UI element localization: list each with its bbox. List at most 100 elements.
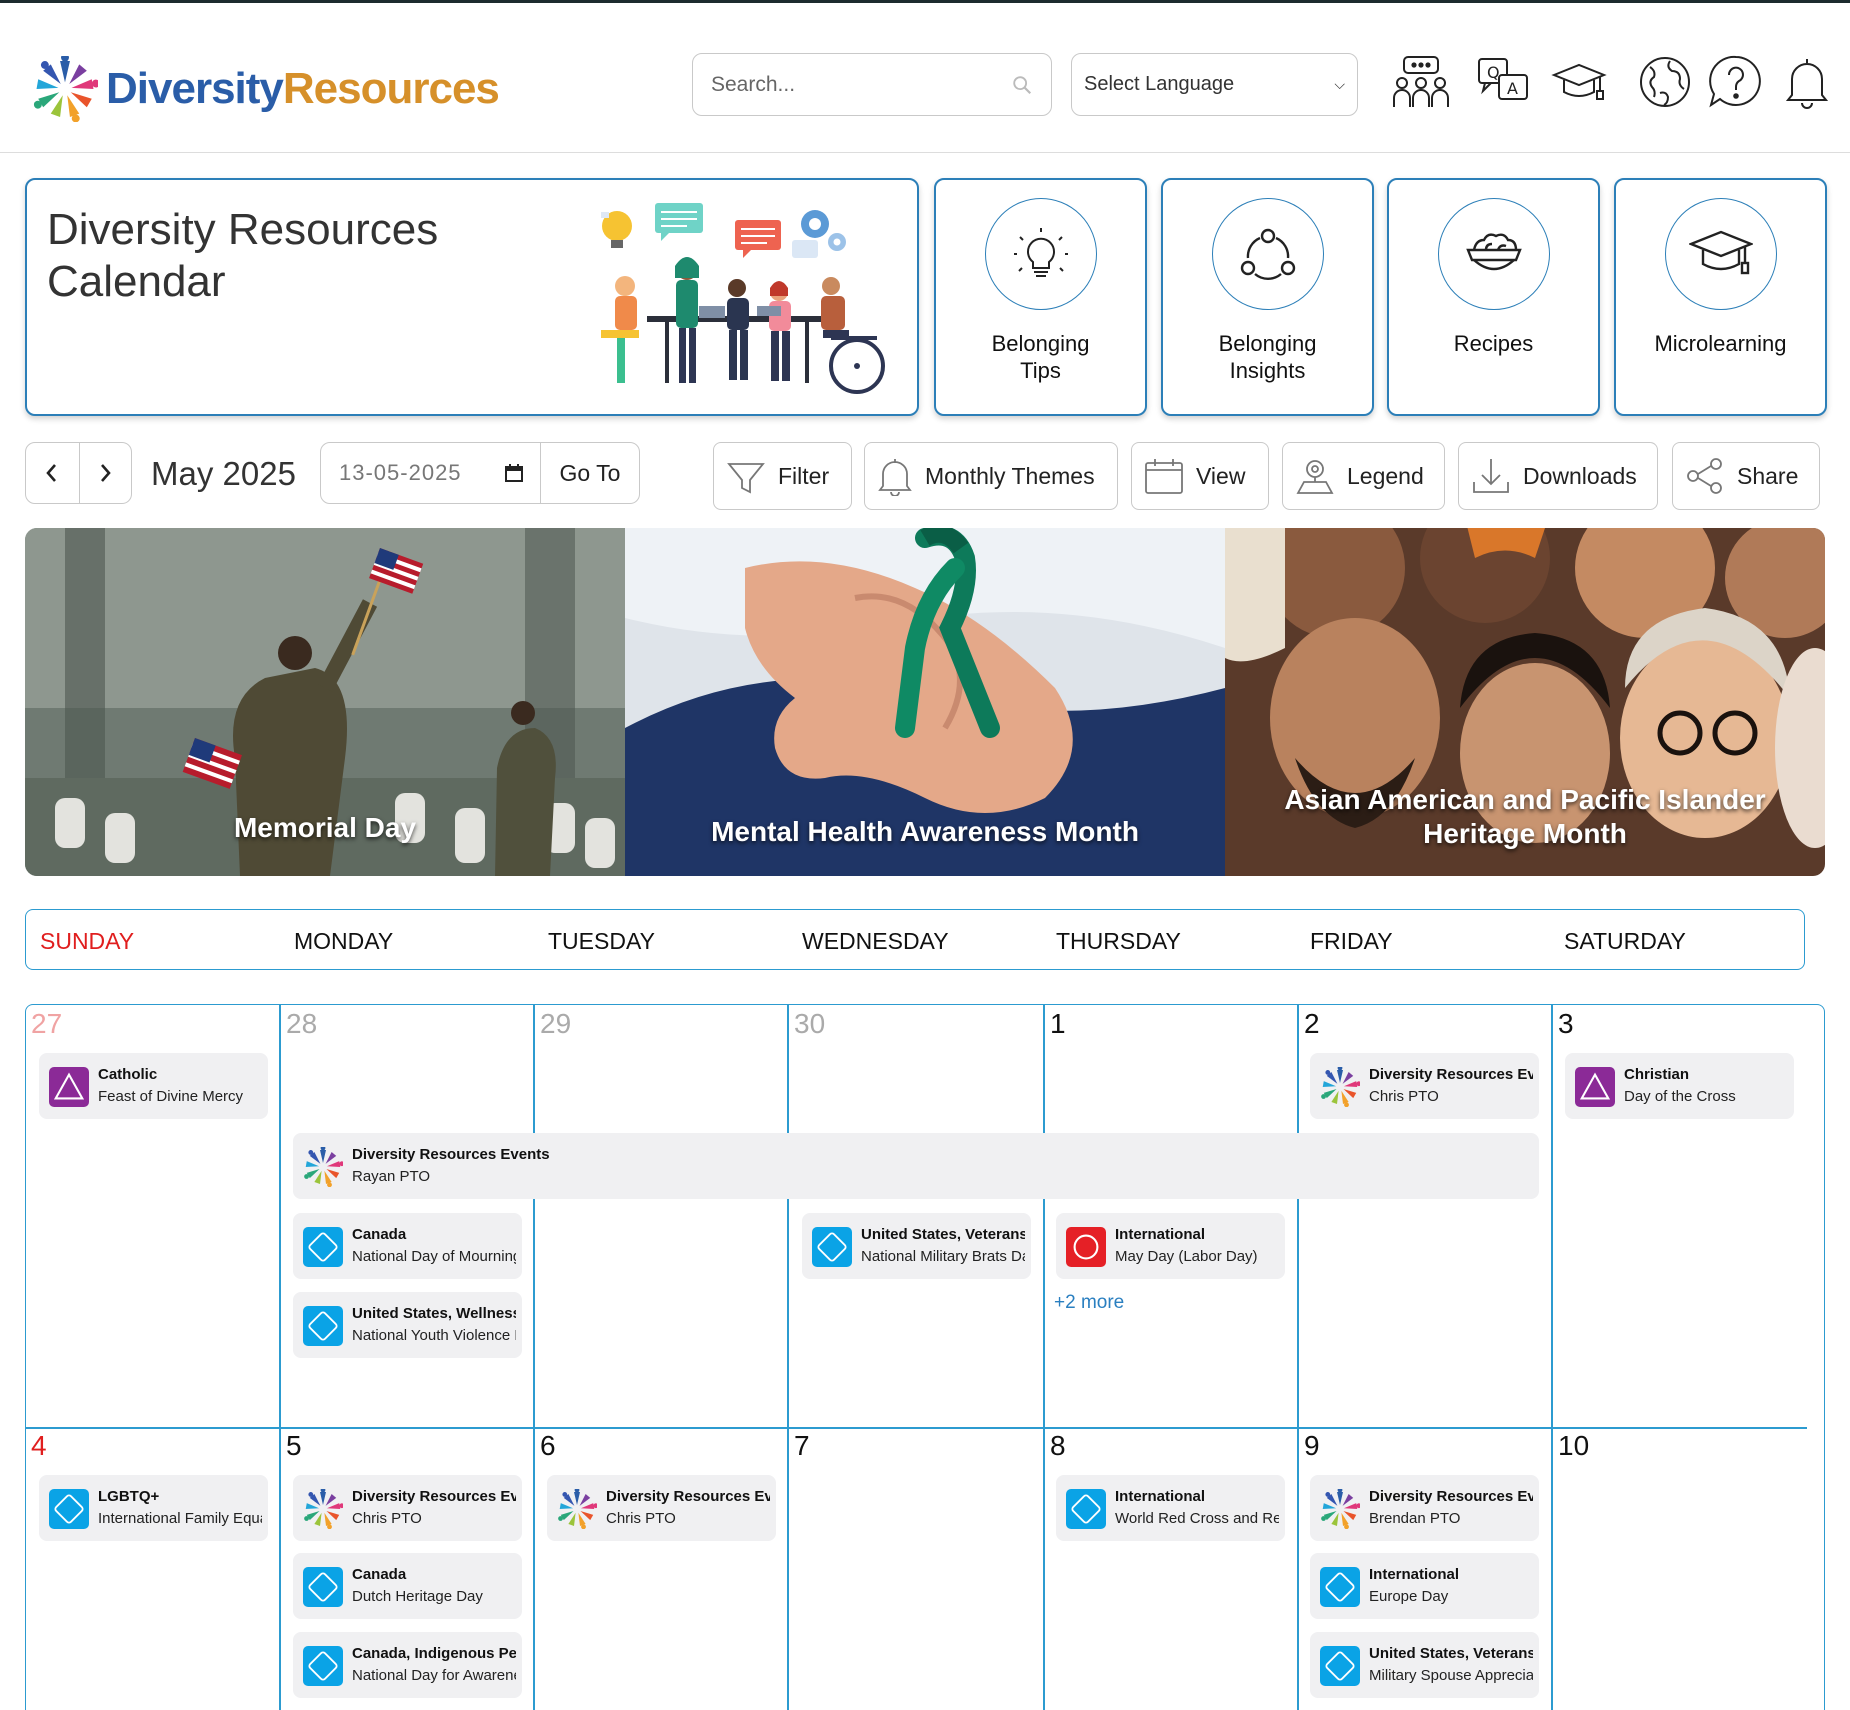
diversity-resources-logo-icon [557,1489,597,1529]
date-jump-group: 13-05-2025 Go To [320,442,640,504]
day-number[interactable]: 4 [31,1430,47,1462]
current-month-label: May 2025 [151,455,296,492]
bell-icon[interactable] [1778,53,1836,111]
chevron-right-icon [101,464,111,482]
grid-divider [279,1004,281,1710]
day-number[interactable]: 28 [286,1008,317,1040]
graduation-cap-icon[interactable] [1550,53,1608,111]
share-button[interactable]: Share [1672,442,1820,510]
day-number[interactable]: 2 [1304,1008,1320,1040]
monthly-themes-button[interactable]: Monthly Themes [864,442,1118,510]
diamond-icon [49,1489,89,1529]
calendar-event[interactable]: United States, Wellness National Youth V… [293,1292,522,1358]
svg-text:A: A [1507,79,1518,98]
calendar-event[interactable]: Christian Day of the Cross [1565,1053,1794,1119]
memorial-day-banner[interactable]: Memorial Day [25,528,625,876]
globe-icon[interactable] [1636,53,1694,111]
microlearning-card[interactable]: Microlearning [1614,178,1827,416]
downloads-button[interactable]: Downloads [1458,442,1658,510]
calendar-picker-icon[interactable] [504,463,524,483]
recipes-card[interactable]: Recipes [1387,178,1600,416]
page-title: Diversity Resources Calendar [47,204,438,308]
grid-divider [787,1004,789,1710]
calendar-event[interactable]: Canada National Day of Mourning [293,1213,522,1279]
mental-health-banner[interactable]: Mental Health Awareness Month [625,528,1225,876]
community-icon[interactable] [1392,53,1450,111]
day-number[interactable]: 5 [286,1430,302,1462]
diversity-resources-logo-icon [1320,1067,1360,1107]
day-number[interactable]: 1 [1050,1008,1066,1040]
date-input[interactable]: 13-05-2025 [321,443,540,503]
event-title: Catholic [98,1066,158,1083]
event-subtitle: Rayan PTO [352,1168,431,1185]
banner-title: Asian American and Pacific Islander Heri… [1225,783,1825,851]
legend-icon [1296,460,1334,494]
day-number[interactable]: 30 [794,1008,825,1040]
logo-wordmark: DiversityResources [106,64,500,114]
search-icon[interactable] [1011,74,1033,96]
filter-button[interactable]: Filter [713,442,852,510]
feature-label-line2: Insights [1229,358,1306,383]
calendar-event[interactable]: International Europe Day [1310,1553,1539,1619]
feature-label: Microlearning [1616,330,1825,357]
week-divider [25,1427,1807,1429]
calendar-event[interactable]: United States, Veterans National Militar… [802,1213,1031,1279]
diversity-resources-logo-icon [303,1489,343,1529]
calendar-event[interactable]: Diversity Resources Events Chris PTO [293,1475,522,1541]
day-number[interactable]: 8 [1050,1430,1066,1462]
calendar-event[interactable]: Diversity Resources Events Chris PTO [547,1475,776,1541]
event-title: International [1115,1226,1206,1243]
help-icon[interactable] [1707,53,1765,111]
weekday-label: WEDNESDAY [802,928,949,954]
calendar-event[interactable]: United States, Veterans Military Spouse … [1310,1632,1539,1698]
day-number[interactable]: 29 [540,1008,571,1040]
day-number[interactable]: 3 [1558,1008,1574,1040]
logo-mark-icon [32,53,98,125]
triangle-icon [49,1067,89,1107]
day-number[interactable]: 7 [794,1430,810,1462]
filter-button-label: Filter [778,462,830,489]
language-select[interactable]: Select Language ⌵ [1071,53,1358,116]
day-number[interactable]: 6 [540,1430,556,1462]
event-subtitle: International Family Equality Day [98,1510,262,1527]
view-button-label: View [1196,462,1246,489]
prev-month-button[interactable] [26,443,79,503]
calendar-event[interactable]: Canada, Indigenous Peoples National Day … [293,1632,522,1698]
calendar-event[interactable]: International World Red Cross and Red Cr… [1056,1475,1285,1541]
event-title: International [1115,1488,1206,1505]
calendar-event-multiday[interactable]: Diversity Resources Events Rayan PTO [293,1133,1539,1199]
feature-label-line1: Belonging [991,331,1090,356]
go-to-button[interactable]: Go To [540,443,639,503]
weekday-label: SUNDAY [40,928,135,954]
salad-bowl-icon [1465,233,1522,271]
next-month-button[interactable] [78,443,132,503]
calendar-event[interactable]: LGBTQ+ International Family Equality Day [39,1475,268,1541]
weekday-label: TUESDAY [548,928,655,954]
grid-divider [1551,1004,1553,1710]
view-button[interactable]: View [1131,442,1269,510]
search-box[interactable] [692,53,1052,116]
event-subtitle: National Day of Mourning [352,1248,516,1265]
event-subtitle: World Red Cross and Red Crescent Day [1115,1510,1279,1527]
calendar-event[interactable]: Diversity Resources Events Chris PTO [1310,1053,1539,1119]
legend-button[interactable]: Legend [1282,442,1445,510]
event-title: Canada [352,1226,407,1243]
belonging-tips-card[interactable]: Belonging Tips [934,178,1147,416]
day-number[interactable]: 10 [1558,1430,1589,1462]
calendar-event[interactable]: Catholic Feast of Divine Mercy [39,1053,268,1119]
calendar-event[interactable]: Diversity Resources Events Brendan PTO [1310,1475,1539,1541]
search-input[interactable] [711,72,991,97]
more-events-link[interactable]: +2 more [1054,1292,1124,1314]
translate-icon[interactable]: Q A [1475,53,1533,111]
diamond-icon [1320,1646,1360,1686]
site-logo[interactable]: DiversityResources [32,53,500,125]
calendar-event[interactable]: Canada Dutch Heritage Day [293,1553,522,1619]
day-number[interactable]: 9 [1304,1430,1320,1462]
belonging-insights-card[interactable]: Belonging Insights [1161,178,1374,416]
filter-icon [727,463,765,494]
day-number[interactable]: 27 [31,1008,62,1040]
aapi-heritage-banner[interactable]: Asian American and Pacific Islander Heri… [1225,528,1825,876]
calendar-event[interactable]: International May Day (Labor Day) [1056,1213,1285,1279]
event-title: International [1369,1566,1460,1583]
monthly-banners: Memorial Day Mental Health Awareness Mon… [25,528,1825,876]
